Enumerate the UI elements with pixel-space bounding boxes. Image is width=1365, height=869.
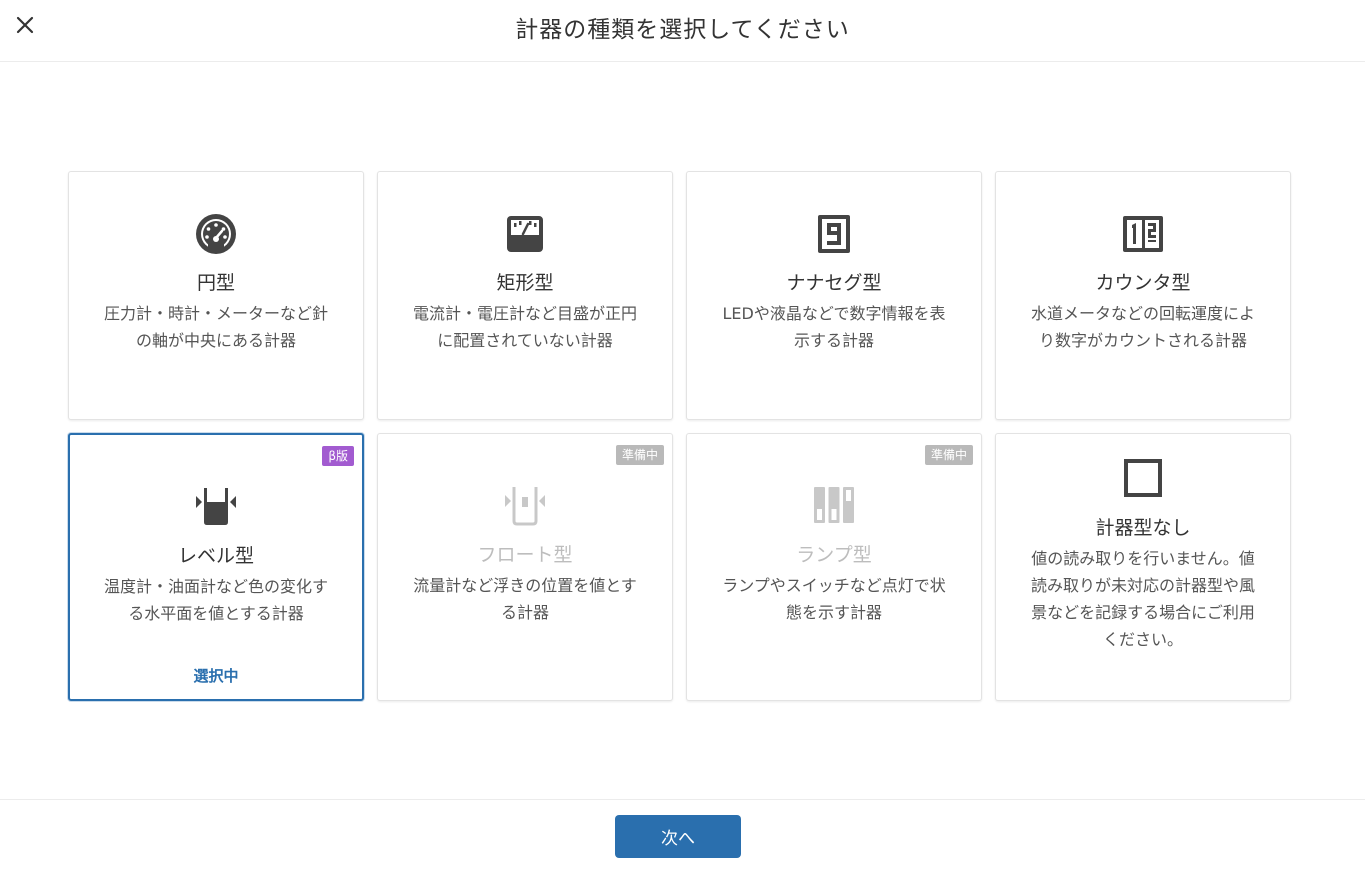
card-lamp: 準備中 ランプ型 ランプやスイッチなど点灯で状 態を示す計器 bbox=[686, 433, 982, 701]
empty-square-icon bbox=[1124, 459, 1162, 497]
header: 計器の種類を選択してください bbox=[0, 0, 1365, 62]
card-title: ナナセグ型 bbox=[786, 272, 882, 294]
level-icon bbox=[196, 488, 236, 525]
page-title: 計器の種類を選択してください bbox=[515, 17, 850, 43]
beta-badge: β版 bbox=[322, 446, 354, 466]
card-seven-segment[interactable]: ナナセグ型 LEDや液晶などで数字情報を表 示する計器 bbox=[686, 171, 982, 420]
card-counter[interactable]: カウンタ型 水道メータなどの回転運度によ り数字がカウントされる計器 bbox=[995, 171, 1291, 420]
card-description: 温度計・油面計など色の変化す る水平面を値とする計器 bbox=[103, 577, 328, 623]
card-description: ランプやスイッチなど点灯で状 態を示す計器 bbox=[722, 576, 946, 622]
counter-icon bbox=[1123, 216, 1163, 252]
next-button[interactable]: 次へ bbox=[615, 815, 741, 858]
card-title: ランプ型 bbox=[796, 544, 872, 566]
card-title: フロート型 bbox=[477, 544, 573, 566]
card-level[interactable]: β版 レベル型 温度計・油面計など色の変化す る水平面を値とする計器 選択中 bbox=[68, 433, 364, 701]
card-description: 流量計など浮きの位置を値とす る計器 bbox=[413, 576, 637, 622]
card-circle[interactable]: 円型 圧力計・時計・メーターなど針 の軸が中央にある計器 bbox=[68, 171, 364, 420]
footer: 次へ bbox=[0, 799, 1365, 869]
lamp-icon bbox=[814, 487, 854, 523]
card-title: 計器型なし bbox=[1095, 517, 1191, 539]
card-description: 水道メータなどの回転運度によ り数字がカウントされる計器 bbox=[1030, 304, 1255, 350]
seven-segment-icon bbox=[818, 215, 850, 253]
card-description: 電流計・電圧計など目盛が正円 に配置されていない計器 bbox=[412, 304, 637, 350]
card-float: 準備中 フロート型 流量計など浮きの位置を値とす る計器 bbox=[377, 433, 673, 701]
card-title: カウンタ型 bbox=[1095, 272, 1191, 294]
rect-meter-icon bbox=[507, 216, 543, 252]
gauge-icon bbox=[196, 214, 236, 254]
card-title: 矩形型 bbox=[496, 272, 554, 294]
card-rect[interactable]: 矩形型 電流計・電圧計など目盛が正円 に配置されていない計器 bbox=[377, 171, 673, 420]
card-title: 円型 bbox=[196, 272, 235, 294]
card-description: 圧力計・時計・メーターなど針 の軸が中央にある計器 bbox=[103, 304, 328, 350]
card-description: LEDや液晶などで数字情報を表 示する計器 bbox=[722, 304, 946, 350]
selected-label: 選択中 bbox=[193, 667, 239, 685]
preparing-badge: 準備中 bbox=[615, 445, 664, 465]
float-icon bbox=[505, 487, 545, 526]
card-title: レベル型 bbox=[177, 545, 254, 567]
card-description: 値の読み取りを行いません。値 読み取りが未対応の計器型や風 景などを記録する場合… bbox=[1030, 549, 1255, 649]
preparing-badge: 準備中 bbox=[924, 445, 973, 465]
card-none[interactable]: 計器型なし 値の読み取りを行いません。値 読み取りが未対応の計器型や風 景などを… bbox=[995, 433, 1291, 701]
